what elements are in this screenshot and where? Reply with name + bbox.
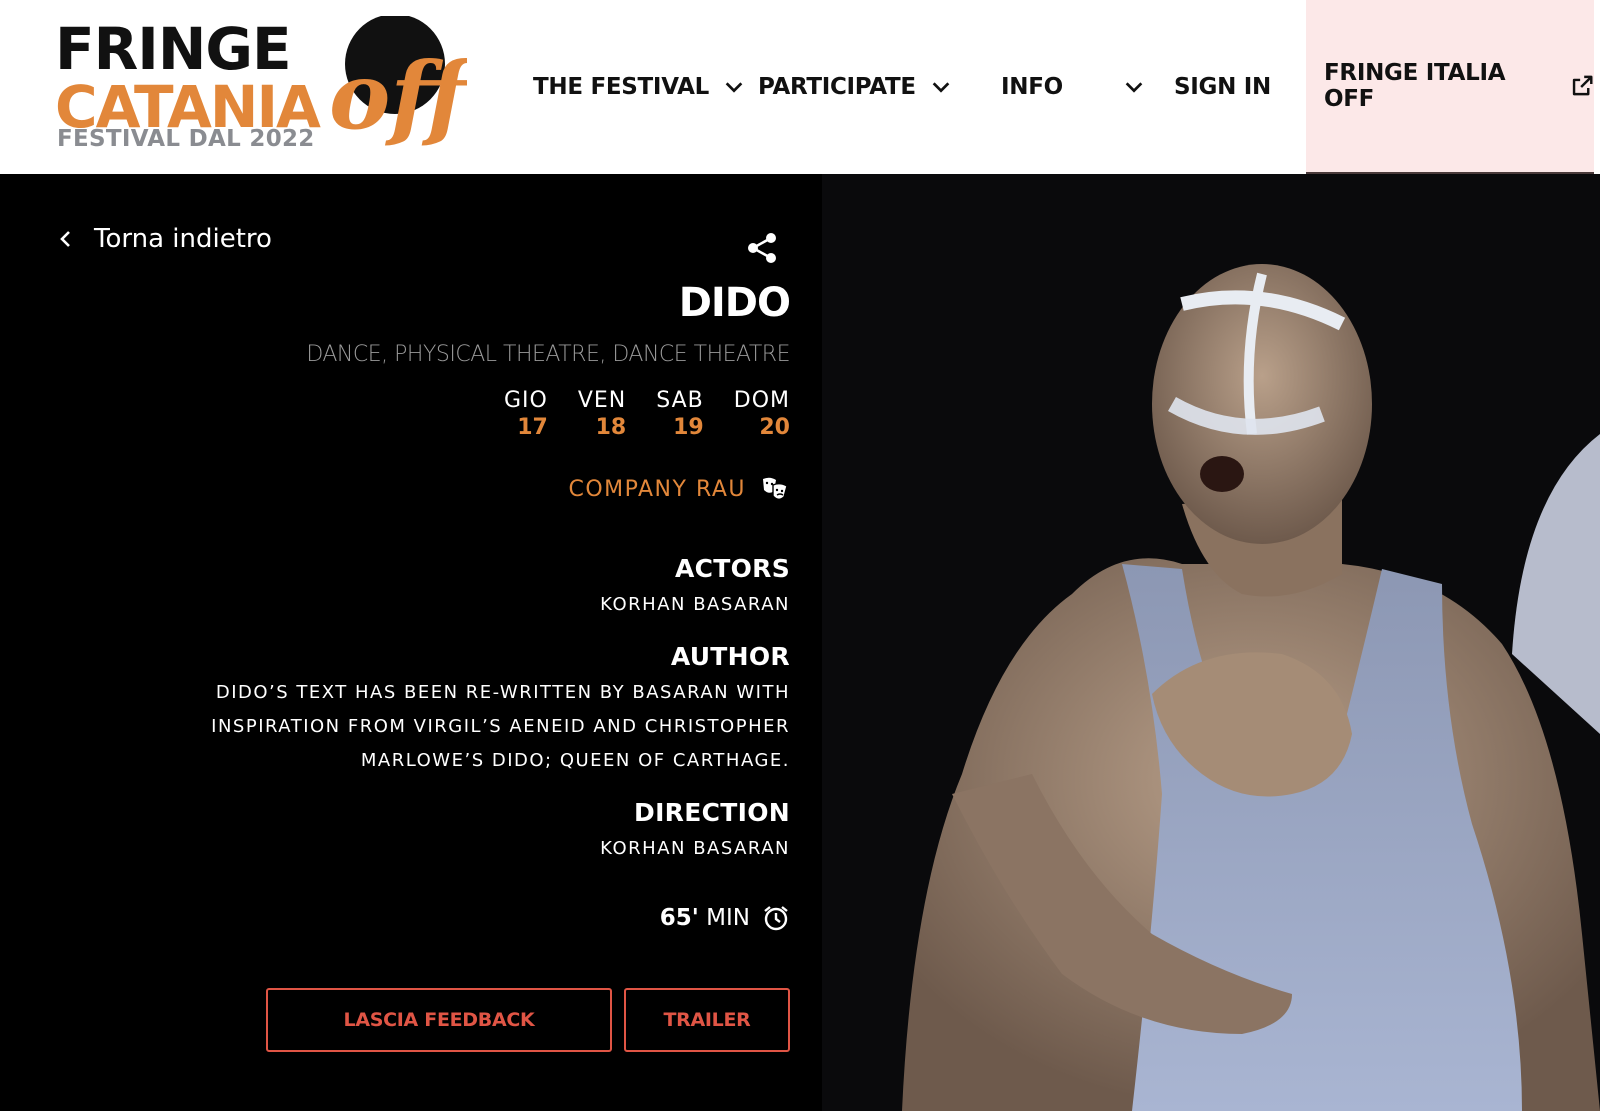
- back-link-label: Torna indietro: [94, 224, 272, 254]
- actors-heading: ACTORS: [674, 554, 790, 583]
- show-detail-panel: Torna indietro DIDO DANCE, PHYSICAL THEA…: [0, 174, 822, 1111]
- day-name: DOM: [733, 388, 790, 413]
- nav-the-festival-label: THE FESTIVAL: [533, 74, 709, 100]
- performer-photo-illustration: [822, 174, 1600, 1111]
- leave-feedback-button[interactable]: LASCIA FEEDBACK: [266, 988, 612, 1052]
- logo-line-fringe: FRINGE: [55, 15, 292, 83]
- day-date: 20: [759, 415, 790, 440]
- external-link-icon: [1572, 75, 1593, 96]
- nav-info-label: INFO: [1001, 74, 1063, 100]
- svg-text:off: off: [329, 42, 467, 150]
- alarm-clock-icon: [764, 906, 788, 931]
- company-name: COMPANY RAU: [568, 476, 746, 502]
- nav-sign-in-label: SIGN IN: [1174, 74, 1271, 100]
- show-days: GIO 17 VEN 18 SAB 19 DOM 20: [504, 388, 790, 440]
- day-sab[interactable]: SAB 19: [656, 388, 704, 440]
- nav-info[interactable]: INFO: [1001, 0, 1145, 174]
- chevron-down-icon: [1125, 82, 1143, 93]
- day-name: SAB: [656, 388, 704, 413]
- duration-unit: MIN: [706, 905, 750, 931]
- day-name: GIO: [503, 388, 548, 413]
- day-dom[interactable]: DOM 20: [734, 388, 790, 440]
- direction-heading: DIRECTION: [634, 798, 790, 827]
- fringe-catania-logo[interactable]: FRINGE CATANIA FESTIVAL DAL 2022 off: [55, 15, 467, 156]
- nav-the-festival[interactable]: THE FESTIVAL: [533, 0, 745, 174]
- nav-fringe-italia-off[interactable]: FRINGE ITALIA OFF: [1306, 0, 1594, 172]
- logo-line-festival: FESTIVAL DAL 2022: [57, 126, 315, 152]
- back-link[interactable]: Torna indietro: [58, 224, 272, 254]
- nav-participate[interactable]: PARTICIPATE: [758, 0, 952, 174]
- day-gio[interactable]: GIO 17: [504, 388, 548, 440]
- company-link[interactable]: COMPANY RAU: [568, 474, 790, 504]
- direction-value: KORHAN BASARAN: [600, 838, 790, 859]
- show-photo: [822, 174, 1600, 1111]
- day-date: 19: [673, 415, 704, 440]
- nav-fringe-italia-off-label: FRINGE ITALIA OFF: [1324, 60, 1506, 112]
- share-icon[interactable]: [744, 230, 780, 266]
- chevron-down-icon: [725, 82, 743, 93]
- show-genres: DANCE, PHYSICAL THEATRE, DANCE THEATRE: [306, 342, 790, 367]
- author-heading: AUTHOR: [670, 642, 790, 671]
- day-date: 18: [595, 415, 627, 440]
- chevron-left-icon: [60, 231, 70, 247]
- day-date: 17: [517, 415, 548, 440]
- show-title: DIDO: [678, 280, 791, 326]
- duration-value: 65': [659, 905, 699, 931]
- show-duration: 65' MIN: [660, 904, 790, 932]
- day-ven[interactable]: VEN 18: [578, 388, 626, 440]
- author-value: DIDO’S TEXT HAS BEEN RE-WRITTEN BY BASAR…: [211, 682, 790, 771]
- day-name: VEN: [577, 388, 627, 413]
- actors-value: KORHAN BASARAN: [600, 594, 790, 615]
- nav-participate-label: PARTICIPATE: [758, 74, 916, 100]
- nav-sign-in[interactable]: SIGN IN: [1174, 0, 1271, 174]
- trailer-button[interactable]: TRAILER: [624, 988, 790, 1052]
- chevron-down-icon: [932, 82, 950, 93]
- logo-off-mark: off: [329, 16, 467, 150]
- theatre-masks-icon: [763, 477, 788, 500]
- site-header: FRINGE CATANIA FESTIVAL DAL 2022 off THE…: [0, 0, 1600, 188]
